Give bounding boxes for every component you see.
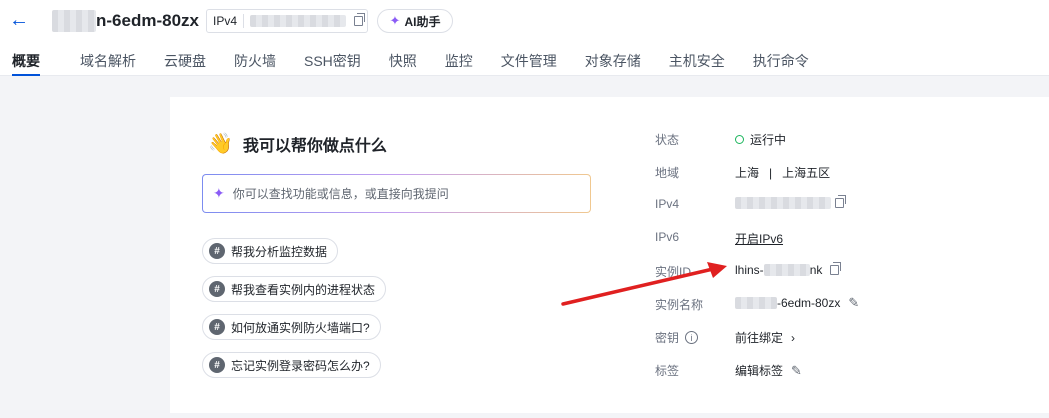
redacted-instance-name [735, 297, 777, 309]
tab-overview[interactable]: 概要 [0, 50, 52, 76]
ip-type-label: IPv4 [213, 14, 238, 28]
instance-title: n-6edm-80zx [96, 11, 199, 30]
running-status-icon [735, 135, 744, 144]
ai-assistant-label: AI助手 [404, 14, 441, 29]
hash-icon: # [209, 319, 225, 335]
ai-assistant-button[interactable]: ✦ AI助手 [377, 9, 453, 33]
instance-id-suffix: nk [809, 263, 823, 277]
redacted-instance-id [763, 264, 810, 276]
tag-label: 标签 [655, 364, 680, 378]
key-label-row: 密钥 i [655, 329, 699, 346]
annotation-arrow-line [561, 267, 715, 306]
sparkle-icon: ✦ [389, 13, 401, 28]
enable-ipv6-link[interactable]: 开启IPv6 [735, 230, 783, 247]
copy-icon[interactable] [830, 262, 842, 275]
instance-name-value: -6edm-80zx ✎ [735, 296, 860, 310]
sparkle-icon: ✦ [213, 185, 225, 201]
suggestion-chip[interactable]: # 忘记实例登录密码怎么办? [202, 352, 381, 378]
region-label: 地域 [655, 166, 680, 180]
divider [243, 14, 245, 28]
assistant-input-placeholder: 你可以查找功能或信息，或直接向我提问 [232, 187, 449, 201]
ipv6-value: 开启IPv6 [735, 230, 783, 247]
instance-id-value: lhins- nk [735, 262, 842, 277]
hash-icon: # [209, 243, 225, 259]
status-value: 运行中 [735, 131, 786, 148]
tab-object-storage[interactable]: 对象存储 [573, 50, 653, 76]
edit-pencil-icon[interactable]: ✎ [791, 364, 803, 377]
tab-dns[interactable]: 域名解析 [68, 50, 148, 76]
ip-box: IPv4 [206, 9, 368, 33]
region-city: 上海 [735, 166, 760, 180]
tab-snapshot[interactable]: 快照 [377, 50, 429, 76]
suggestion-chip[interactable]: # 帮我查看实例内的进程状态 [202, 276, 387, 302]
waving-hand-icon: 👋 [208, 133, 233, 155]
annotation-arrow [561, 262, 727, 306]
suggestion-text: 帮我分析监控数据 [231, 244, 328, 259]
key-value[interactable]: 前往绑定 › [735, 329, 795, 346]
arrow-left-icon[interactable]: ← [9, 9, 31, 31]
suggestion-text: 帮我查看实例内的进程状态 [231, 282, 376, 297]
tab-run-command[interactable]: 执行命令 [741, 50, 821, 76]
redacted-title-prefix [52, 10, 96, 32]
region-zone: 上海五区 [782, 166, 831, 180]
instance-name-suffix: -6edm-80zx [777, 296, 841, 310]
tab-bar: 概要 域名解析 云硬盘 防火墙 SSH密钥 快照 监控 文件管理 对象存储 主机… [0, 50, 821, 76]
status-label: 状态 [655, 133, 680, 147]
tab-host-security[interactable]: 主机安全 [657, 50, 737, 76]
suggestion-text: 如何放通实例防火墙端口? [231, 320, 370, 335]
redacted-ip [250, 15, 347, 27]
annotation-arrow-head [707, 262, 727, 278]
top-bar: ← n-6edm-80zx IPv4 ✦ AI助手 概要 域名解析 云硬盘 防火… [0, 0, 1049, 76]
edit-tag-link[interactable]: 编辑标签 [735, 362, 783, 379]
hash-icon: # [209, 281, 225, 297]
chevron-right-icon: › [791, 330, 796, 345]
edit-pencil-icon[interactable]: ✎ [848, 296, 860, 309]
assistant-title-text: 我可以帮你做点什么 [242, 137, 387, 155]
assistant-title: 👋 我可以帮你做点什么 [208, 131, 387, 156]
tab-monitor[interactable]: 监控 [433, 50, 485, 76]
region-separator: | [769, 165, 773, 180]
suggestion-text: 忘记实例登录密码怎么办? [231, 358, 370, 373]
copy-icon[interactable] [354, 13, 366, 26]
tag-value: 编辑标签 ✎ [735, 362, 803, 379]
suggestion-chip[interactable]: # 帮我分析监控数据 [202, 238, 339, 264]
redacted-ipv4 [735, 197, 831, 209]
bind-key-link[interactable]: 前往绑定 [735, 329, 783, 346]
tab-file-manage[interactable]: 文件管理 [489, 50, 569, 76]
tab-cloud-disk[interactable]: 云硬盘 [152, 50, 218, 76]
instance-id-prefix: lhins- [735, 263, 764, 277]
region-value: 上海 | 上海五区 [735, 164, 830, 181]
tab-ssh-key[interactable]: SSH密钥 [292, 50, 373, 76]
ipv4-value [735, 195, 846, 209]
ipv6-label: IPv6 [655, 230, 680, 244]
status-text: 运行中 [750, 133, 787, 147]
info-icon[interactable]: i [685, 331, 699, 344]
copy-icon[interactable] [835, 195, 846, 208]
hash-icon: # [209, 357, 225, 373]
tab-firewall[interactable]: 防火墙 [222, 50, 288, 76]
assistant-input[interactable]: ✦ 你可以查找功能或信息，或直接向我提问 [202, 174, 591, 213]
key-label: 密钥 [655, 331, 680, 345]
suggestion-chip[interactable]: # 如何放通实例防火墙端口? [202, 314, 381, 340]
ipv4-label: IPv4 [655, 197, 680, 211]
